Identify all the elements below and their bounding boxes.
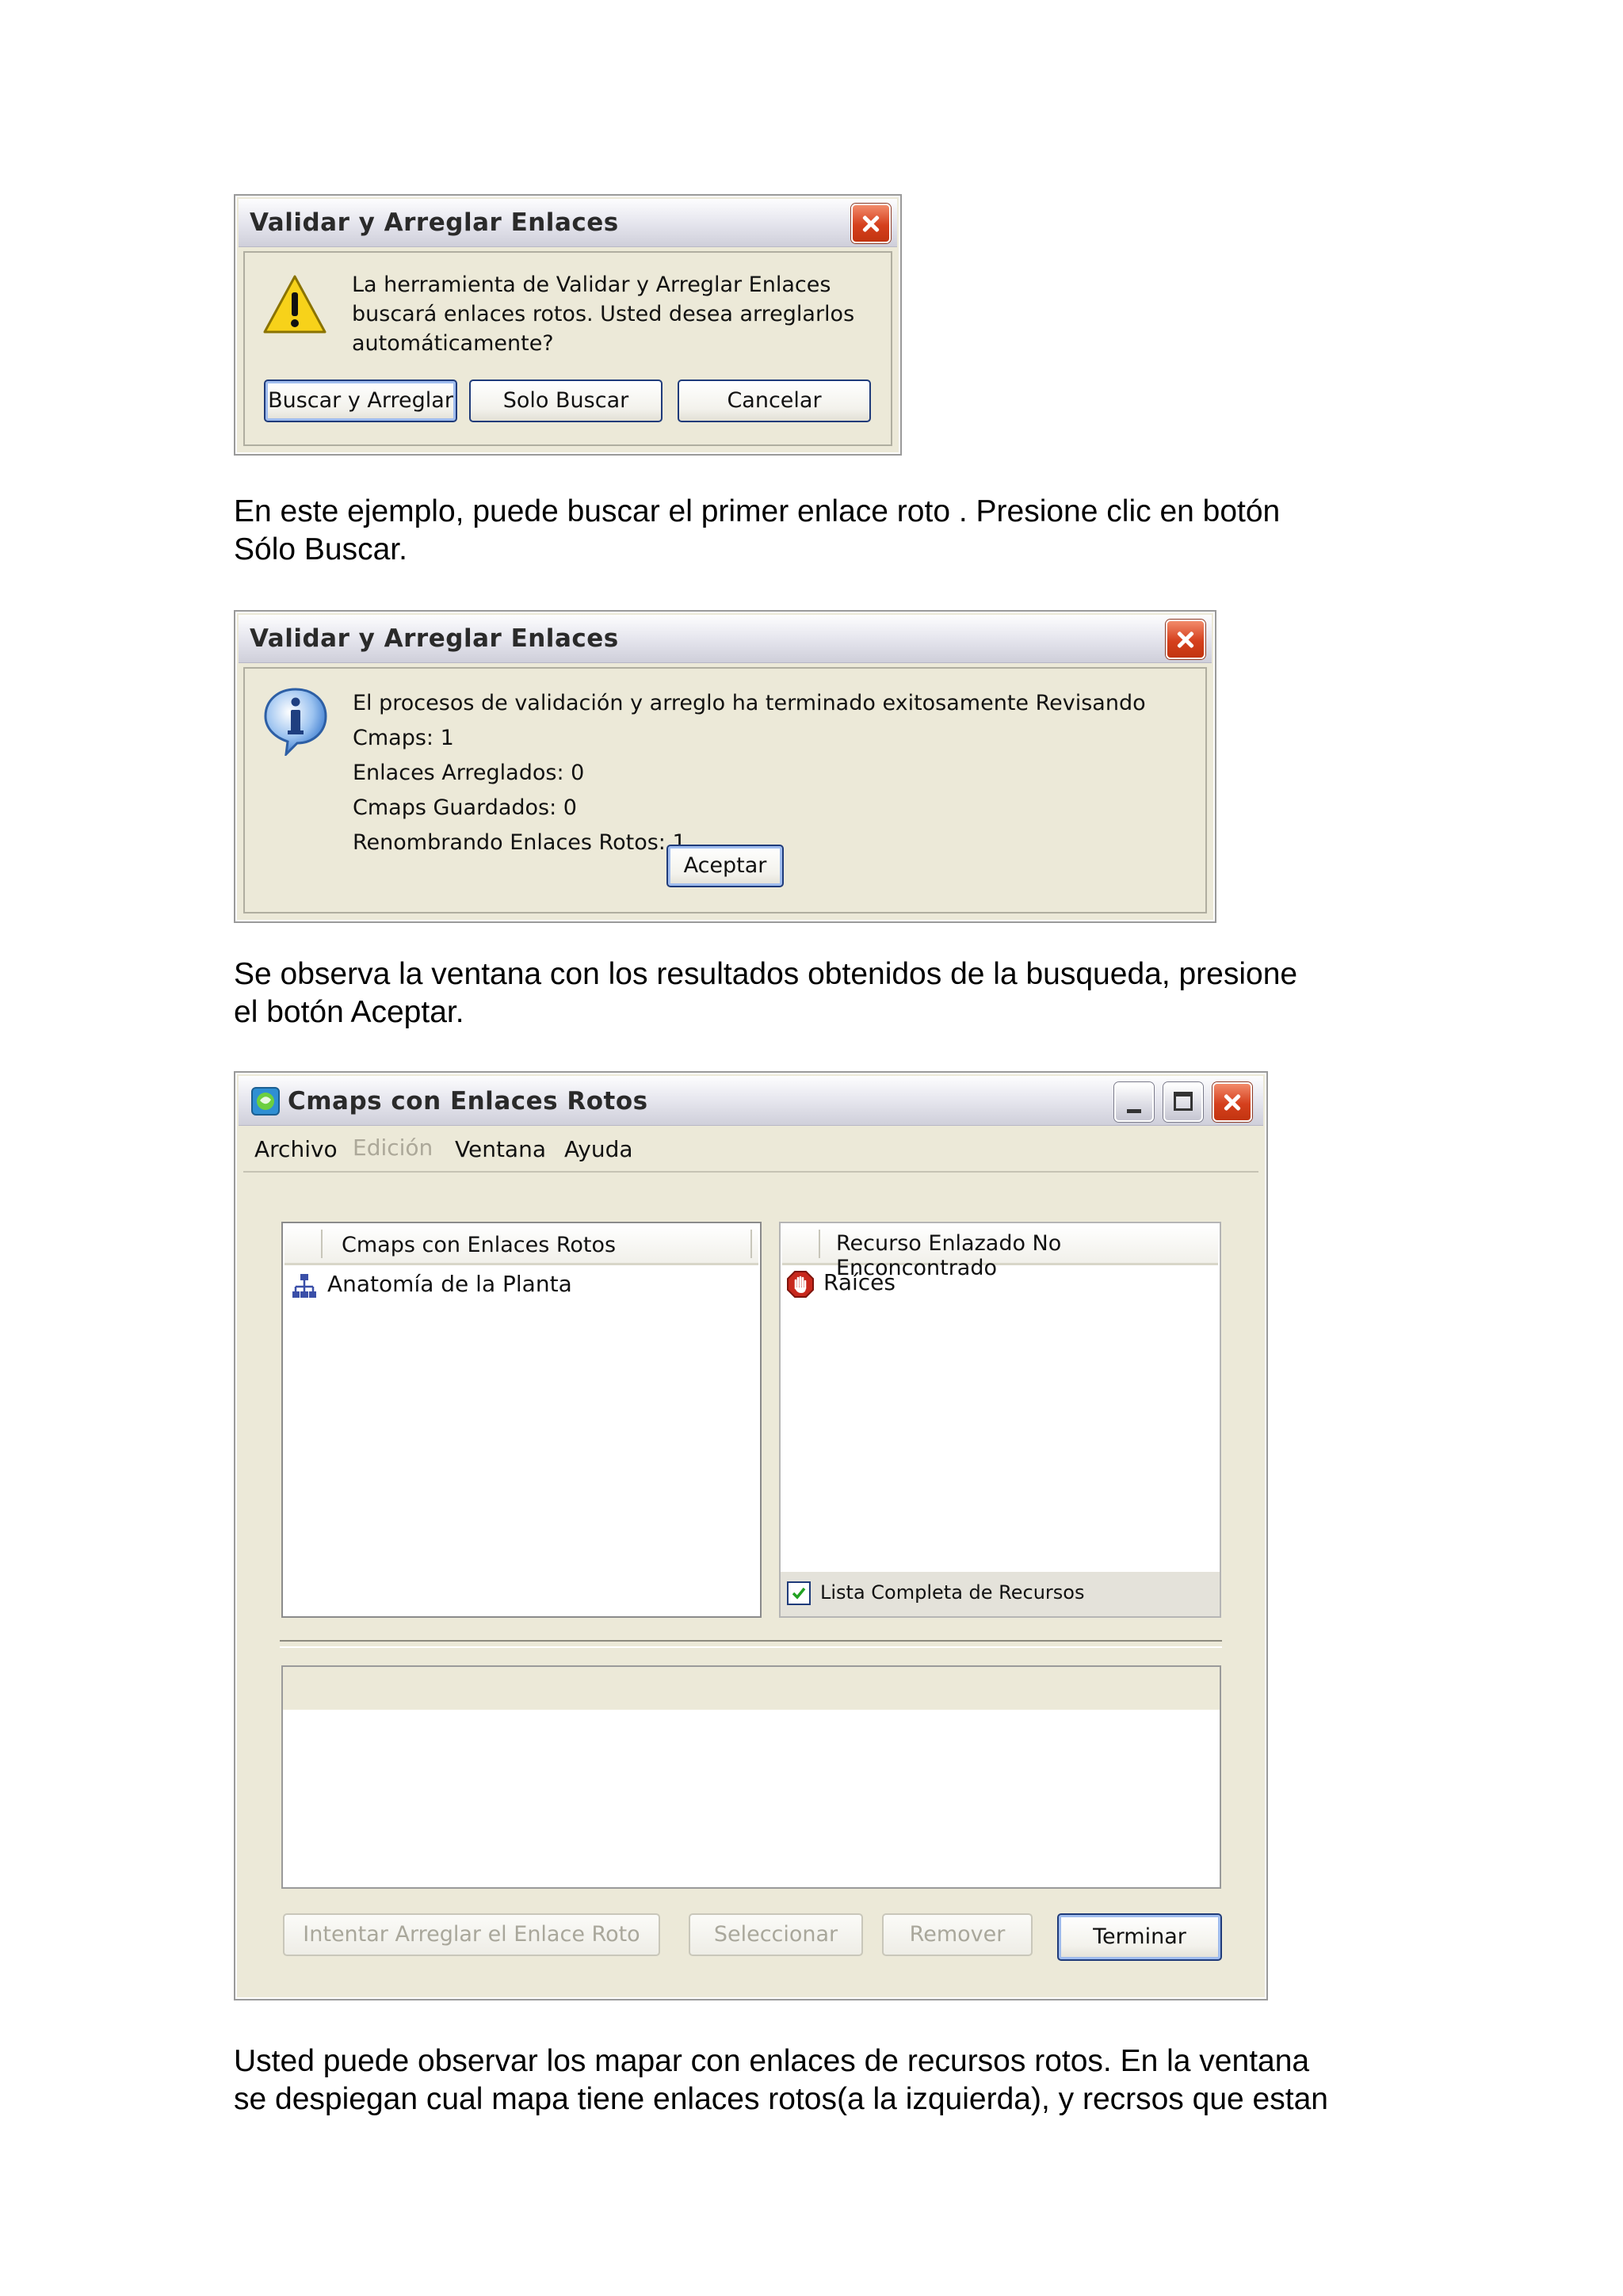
list-item[interactable]: Anatomía de la Planta bbox=[285, 1268, 758, 1302]
close-icon[interactable] bbox=[851, 204, 891, 243]
list-item[interactable]: Raíces bbox=[782, 1266, 1218, 1301]
paragraph-line: Sólo Buscar. bbox=[234, 532, 407, 566]
menu-ventana[interactable]: Ventana bbox=[455, 1136, 546, 1162]
paragraph-3: Usted puede observar los mapar con enlac… bbox=[234, 2042, 1423, 2119]
finish-button[interactable]: Terminar bbox=[1057, 1913, 1222, 1961]
full-list-checkbox-label[interactable]: Lista Completa de Recursos bbox=[820, 1581, 1084, 1604]
menu-ayuda[interactable]: Ayuda bbox=[564, 1136, 633, 1162]
broken-links-titlebar[interactable]: Cmaps con Enlaces Rotos bbox=[239, 1076, 1263, 1126]
result-dialog: Validar y Arreglar Enlaces El procesos d… bbox=[234, 610, 1216, 923]
cmap-app-icon bbox=[251, 1087, 280, 1116]
menu-archivo[interactable]: Archivo bbox=[254, 1136, 338, 1162]
paragraph-line: En este ejemplo, puede buscar el primer … bbox=[234, 494, 1281, 528]
validate-dialog: Validar y Arreglar Enlaces La herramient… bbox=[234, 194, 902, 456]
warning-icon bbox=[263, 275, 327, 334]
result-message-line: Enlaces Arreglados: 0 bbox=[353, 761, 585, 785]
details-panel bbox=[281, 1665, 1221, 1889]
cancel-button[interactable]: Cancelar bbox=[678, 379, 871, 422]
select-button[interactable]: Seleccionar bbox=[689, 1913, 863, 1956]
cmaps-list[interactable]: Cmaps con Enlaces Rotos Anatomía de la P… bbox=[281, 1222, 762, 1618]
broken-links-title: Cmaps con Enlaces Rotos bbox=[288, 1087, 648, 1116]
validate-dialog-titlebar[interactable]: Validar y Arreglar Enlaces bbox=[239, 199, 897, 247]
full-list-strip: Lista Completa de Recursos bbox=[781, 1572, 1220, 1616]
list-item-label: Anatomía de la Planta bbox=[327, 1271, 572, 1297]
paragraph-line: el botón Aceptar. bbox=[234, 995, 464, 1029]
list-item-label: Raíces bbox=[823, 1269, 896, 1295]
validate-dialog-body: La herramienta de Validar y Arreglar Enl… bbox=[243, 251, 892, 446]
cmaps-list-header-label: Cmaps con Enlaces Rotos bbox=[342, 1233, 617, 1257]
result-dialog-title: Validar y Arreglar Enlaces bbox=[250, 624, 619, 653]
paragraph-2: Se observa la ventana con los resultados… bbox=[234, 955, 1423, 1032]
validate-message-line: La herramienta de Validar y Arreglar Enl… bbox=[352, 273, 831, 297]
broken-links-body: Cmaps con Enlaces Rotos Anatomía de la P… bbox=[243, 1173, 1258, 1991]
menu-bar: Archivo Edición Ventana Ayuda bbox=[243, 1128, 1258, 1173]
info-icon bbox=[264, 688, 327, 756]
details-header bbox=[283, 1667, 1220, 1710]
concept-map-icon bbox=[292, 1274, 316, 1298]
broken-links-window: Cmaps con Enlaces Rotos Archivo Edición … bbox=[234, 1071, 1268, 2000]
result-message-line: El procesos de validación y arreglo ha t… bbox=[353, 691, 1146, 750]
result-dialog-titlebar[interactable]: Validar y Arreglar Enlaces bbox=[239, 615, 1212, 663]
paragraph-line: Usted puede observar los mapar con enlac… bbox=[234, 2044, 1310, 2078]
paragraph-line: se despiegan cual mapa tiene enlaces rot… bbox=[234, 2082, 1328, 2116]
menu-edicion[interactable]: Edición bbox=[353, 1135, 433, 1161]
result-message-line: Cmaps Guardados: 0 bbox=[353, 795, 577, 820]
close-icon[interactable] bbox=[1212, 1082, 1252, 1122]
paragraph-1: En este ejemplo, puede buscar el primer … bbox=[234, 493, 1423, 569]
result-dialog-body: El procesos de validación y arreglo ha t… bbox=[243, 667, 1207, 913]
stop-hand-icon bbox=[787, 1271, 814, 1298]
accept-button[interactable]: Aceptar bbox=[666, 845, 784, 887]
checkmark-icon bbox=[792, 1587, 806, 1600]
search-and-fix-button[interactable]: Buscar y Arreglar bbox=[264, 379, 457, 422]
close-icon[interactable] bbox=[1166, 620, 1205, 659]
search-only-button[interactable]: Solo Buscar bbox=[469, 379, 663, 422]
remove-button[interactable]: Remover bbox=[882, 1913, 1033, 1956]
try-fix-button[interactable]: Intentar Arreglar el Enlace Roto bbox=[283, 1913, 660, 1956]
resources-list[interactable]: Recurso Enlazado No Enconcontrado Raíces… bbox=[779, 1222, 1221, 1618]
cmaps-list-header[interactable]: Cmaps con Enlaces Rotos bbox=[285, 1225, 758, 1265]
paragraph-line: Se observa la ventana con los resultados… bbox=[234, 957, 1298, 991]
maximize-icon[interactable] bbox=[1163, 1082, 1203, 1122]
validate-dialog-title: Validar y Arreglar Enlaces bbox=[250, 208, 619, 237]
minimize-icon[interactable] bbox=[1114, 1082, 1154, 1122]
validate-message-line: automáticamente? bbox=[352, 331, 554, 356]
splitter[interactable] bbox=[280, 1640, 1222, 1648]
validate-message-line: buscará enlaces rotos. Usted desea arreg… bbox=[352, 302, 855, 326]
full-list-checkbox[interactable] bbox=[787, 1581, 811, 1605]
resources-list-header[interactable]: Recurso Enlazado No Enconcontrado bbox=[782, 1225, 1218, 1280]
